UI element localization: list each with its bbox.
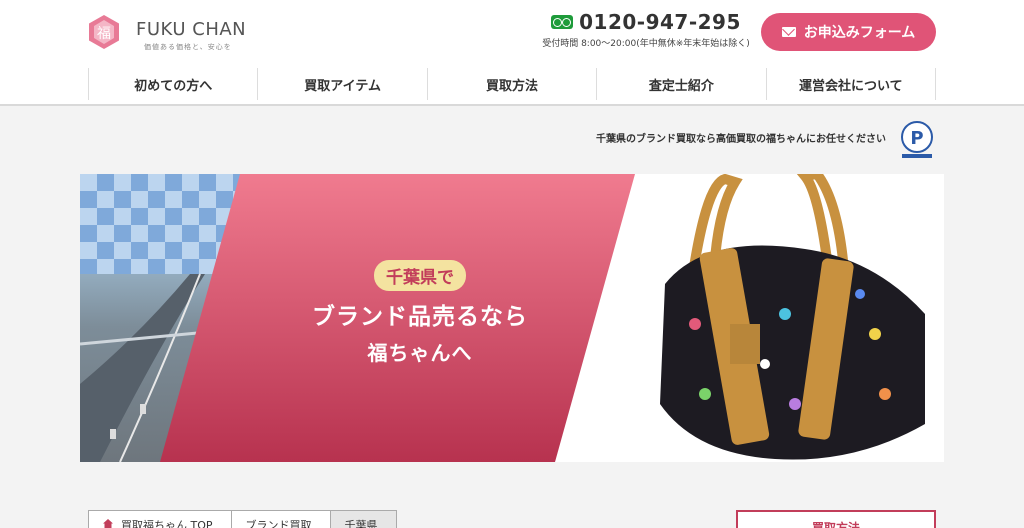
breadcrumb: 買取福ちゃん TOP ブランド買取 千葉県 xyxy=(88,510,397,528)
hero-copy: 千葉県で ブランド品売るなら 福ちゃんへ xyxy=(270,260,570,366)
breadcrumb-brand-label: ブランド買取 xyxy=(245,519,312,528)
logo-name: FUKU CHAN xyxy=(136,19,247,40)
breadcrumb-brand[interactable]: ブランド買取 xyxy=(230,510,331,528)
privacy-mark-icon: P xyxy=(901,121,933,158)
mail-icon xyxy=(781,27,796,37)
breadcrumb-home[interactable]: 買取福ちゃん TOP xyxy=(88,510,232,528)
purchase-method-button[interactable]: 買取方法 xyxy=(736,510,936,528)
apply-form-button[interactable]: お申込みフォーム xyxy=(761,13,936,51)
hero-headline: ブランド品売るなら xyxy=(312,304,528,330)
nav-item-first-time[interactable]: 初めての方へ xyxy=(89,68,259,100)
home-icon xyxy=(103,519,113,528)
main-nav: 初めての方へ 買取アイテム 買取方法 査定士紹介 運営会社について xyxy=(88,68,937,100)
breadcrumb-current-label: 千葉県 xyxy=(344,519,378,528)
nav-item-appraisers[interactable]: 査定士紹介 xyxy=(597,68,767,100)
nav-item-method[interactable]: 買取方法 xyxy=(428,68,598,100)
phone-number[interactable]: 0120-947-295 xyxy=(579,10,741,34)
page-tagline: 千葉県のブランド買取なら高価買取の福ちゃんにお任せください xyxy=(596,134,886,145)
svg-text:P: P xyxy=(910,128,923,149)
nav-item-company[interactable]: 運営会社について xyxy=(767,68,937,100)
svg-text:福: 福 xyxy=(97,26,111,42)
site-header: 福 FUKU CHAN 価値ある価格と、安心を 0120-947-295 受付時… xyxy=(0,0,1024,106)
logo-tagline: 価値ある価格と、安心を xyxy=(144,43,232,51)
freedial-icon xyxy=(551,15,574,29)
apply-form-label: お申込みフォーム xyxy=(803,25,916,41)
bag-photo xyxy=(635,174,944,462)
nav-item-items[interactable]: 買取アイテム xyxy=(258,68,428,100)
hero-subline: 福ちゃんへ xyxy=(367,341,473,365)
breadcrumb-home-label: 買取福ちゃん TOP xyxy=(121,519,213,528)
phone-block[interactable]: 0120-947-295 受付時間 8:00〜20:00(年中無休※年末年始は除… xyxy=(540,10,752,49)
breadcrumb-current: 千葉県 xyxy=(329,510,397,528)
fuku-logo-icon: 福 xyxy=(89,15,119,49)
hero-banner: 千葉県で ブランド品売るなら 福ちゃんへ xyxy=(80,174,944,462)
logo[interactable]: 福 FUKU CHAN 価値ある価格と、安心を xyxy=(86,14,246,52)
phone-hours: 受付時間 8:00〜20:00(年中無休※年末年始は除く) xyxy=(542,39,750,49)
hero-pill: 千葉県で xyxy=(374,260,466,291)
